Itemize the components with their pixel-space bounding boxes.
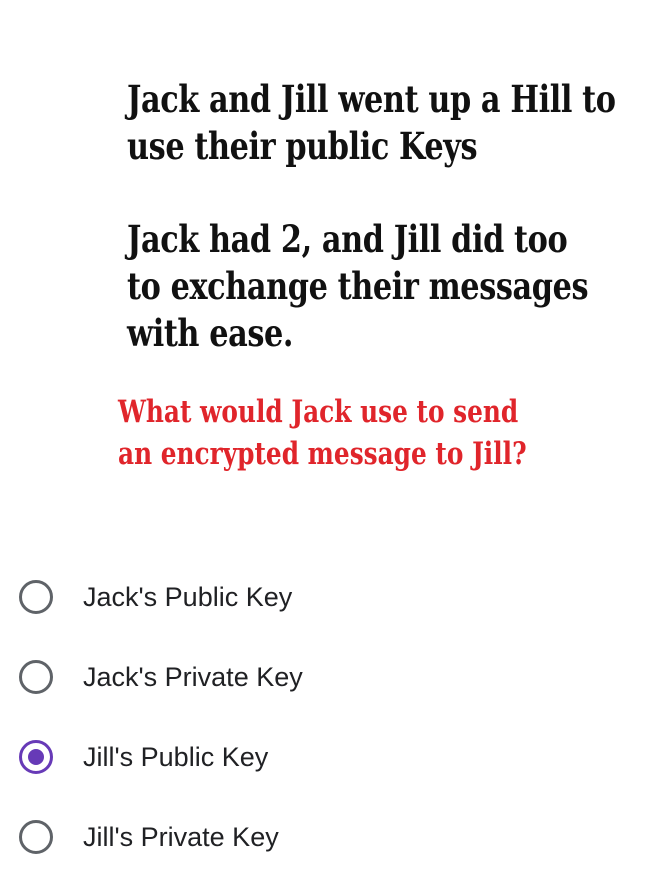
option-label: Jill's Private Key [83,822,279,852]
radio-button[interactable] [19,580,53,614]
option-label: Jack's Public Key [83,582,293,612]
option-jacks-public-key[interactable]: Jack's Public Key [0,560,662,640]
radio-button-selected[interactable] [19,740,53,774]
option-jills-public-key[interactable]: Jill's Public Key [0,720,662,800]
poem-line: use their public Keys [127,124,478,168]
question-prompt: What would Jack use to send an encrypted… [118,391,527,475]
poem-line: with ease. [127,311,294,355]
poem-line: Jack and Jill went up a Hill to [127,77,616,121]
prompt-line: an encrypted message to Jill? [118,436,527,472]
radio-button[interactable] [19,660,53,694]
poem-stanza-2: Jack had 2, and Jill did too to exchange… [127,216,589,357]
poem-line: to exchange their messages [127,264,589,308]
poem-line: Jack had 2, and Jill did too [127,217,568,261]
radio-selected-dot [28,749,44,765]
answer-options: Jack's Public Key Jack's Private Key Jil… [0,560,662,880]
prompt-line: What would Jack use to send [118,394,519,430]
option-label: Jill's Public Key [83,742,269,772]
option-label: Jack's Private Key [83,662,303,692]
option-jacks-private-key[interactable]: Jack's Private Key [0,640,662,720]
radio-button[interactable] [19,820,53,854]
question-image: Jack and Jill went up a Hill to use thei… [0,0,662,520]
option-jills-private-key[interactable]: Jill's Private Key [0,800,662,880]
poem-stanza-1: Jack and Jill went up a Hill to use thei… [127,76,616,170]
